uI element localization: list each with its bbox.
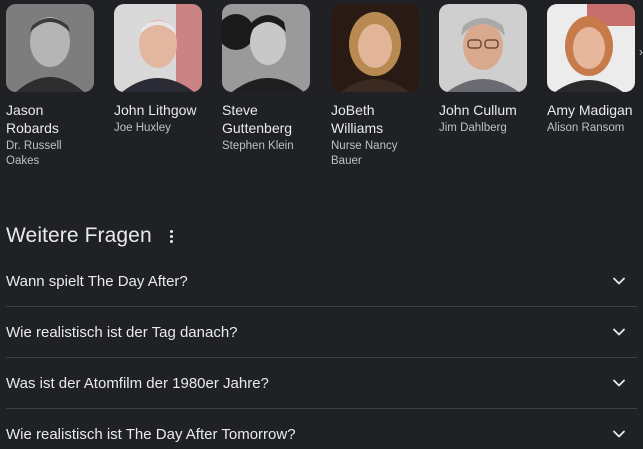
cast-role: Nurse Nancy Bauer: [331, 140, 398, 167]
cast-role: Joe Huxley: [114, 122, 171, 134]
chevron-down-icon[interactable]: [609, 373, 629, 393]
cast-role: Jim Dahlberg: [439, 122, 507, 134]
cast-photo[interactable]: [439, 4, 527, 92]
chevron-down-icon[interactable]: [609, 322, 629, 342]
cast-photo[interactable]: [6, 4, 94, 92]
portrait-photo-icon: [439, 4, 527, 92]
cast-card-john-cullum[interactable]: John Cullum Jim Dahlberg: [439, 4, 529, 136]
cast-name[interactable]: JoBeth Williams: [331, 101, 421, 137]
cast-photo[interactable]: [331, 4, 419, 92]
portrait-photo-icon: [547, 4, 635, 92]
more-questions-header: Weitere Fragen: [6, 222, 178, 250]
faq-item[interactable]: Wann spielt The Day After?: [6, 256, 637, 307]
faq-question[interactable]: Was ist der Atomfilm der 1980er Jahre?: [6, 375, 269, 392]
carousel-next-arrow-icon[interactable]: ›: [633, 42, 643, 62]
cast-role: Stephen Klein: [222, 140, 294, 152]
portrait-photo-icon: [222, 4, 310, 92]
chevron-down-icon[interactable]: [609, 424, 629, 444]
cast-carousel: Jason Robards Dr. Russell Oakes John Lit…: [6, 4, 643, 184]
more-questions-list: Wann spielt The Day After? Wie realistis…: [6, 256, 637, 449]
cast-name[interactable]: Amy Madigan: [547, 101, 637, 119]
cast-card-amy-madigan[interactable]: Amy Madigan Alison Ransom: [547, 4, 637, 136]
more-options-vertical-icon[interactable]: [166, 226, 178, 246]
cast-name[interactable]: John Cullum: [439, 101, 529, 119]
faq-question[interactable]: Wie realistisch ist der Tag danach?: [6, 324, 238, 341]
cast-name[interactable]: Steve Guttenberg: [222, 101, 312, 137]
cast-photo[interactable]: [114, 4, 202, 92]
faq-question[interactable]: Wann spielt The Day After?: [6, 273, 188, 290]
cast-card-jason-robards[interactable]: Jason Robards Dr. Russell Oakes: [6, 4, 96, 169]
cast-card-jobeth-williams[interactable]: JoBeth Williams Nurse Nancy Bauer: [331, 4, 421, 169]
cast-card-john-lithgow[interactable]: John Lithgow Joe Huxley: [114, 4, 204, 136]
chevron-down-icon[interactable]: [609, 271, 629, 291]
faq-item[interactable]: Wie realistisch ist The Day After Tomorr…: [6, 409, 637, 449]
cast-name[interactable]: John Lithgow: [114, 101, 204, 119]
cast-role: Dr. Russell Oakes: [6, 140, 62, 167]
cast-name[interactable]: Jason Robards: [6, 101, 96, 137]
more-questions-title: Weitere Fragen: [6, 224, 152, 247]
faq-question[interactable]: Wie realistisch ist The Day After Tomorr…: [6, 426, 296, 443]
cast-photo[interactable]: [547, 4, 635, 92]
portrait-photo-icon: [114, 4, 202, 92]
faq-item[interactable]: Wie realistisch ist der Tag danach?: [6, 307, 637, 358]
faq-item[interactable]: Was ist der Atomfilm der 1980er Jahre?: [6, 358, 637, 409]
cast-role: Alison Ransom: [547, 122, 625, 134]
cast-card-steve-guttenberg[interactable]: Steve Guttenberg Stephen Klein: [222, 4, 312, 154]
portrait-photo-icon: [6, 4, 94, 92]
portrait-photo-icon: [331, 4, 419, 92]
cast-photo[interactable]: [222, 4, 310, 92]
